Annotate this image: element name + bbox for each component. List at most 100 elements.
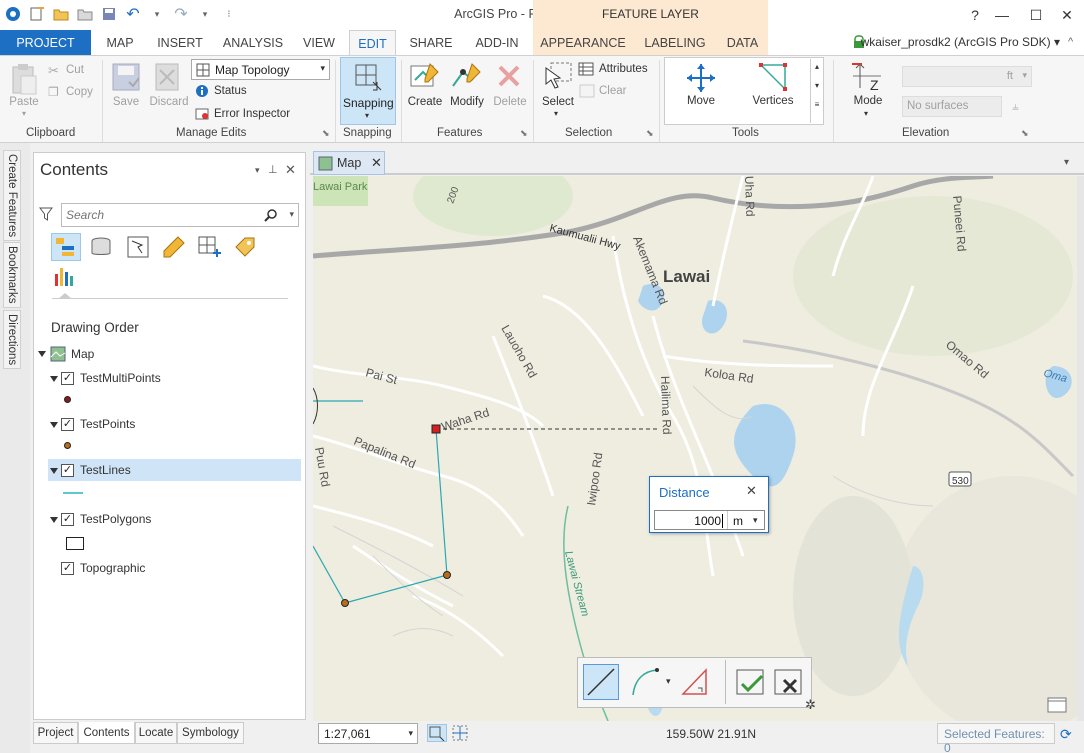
map-scrollbar[interactable]: [1077, 176, 1084, 721]
list-by-charts-icon[interactable]: [52, 264, 76, 291]
map-topology-dropdown[interactable]: Map Topology ▾: [191, 59, 330, 80]
create-button[interactable]: Create: [404, 96, 446, 108]
expand-layer-icon[interactable]: [50, 517, 58, 523]
layer-visibility-checkbox[interactable]: ✓: [61, 372, 74, 385]
arc-segment-icon[interactable]: [630, 666, 664, 701]
maximize-button[interactable]: ☐: [1019, 0, 1053, 30]
vertices-button[interactable]: Vertices: [750, 95, 796, 107]
test-polygon-edge[interactable]: [313, 387, 318, 425]
save-edits-button[interactable]: Save: [108, 96, 144, 108]
paste-button[interactable]: Paste: [8, 96, 40, 108]
search-input[interactable]: ▾: [61, 203, 299, 227]
map-node[interactable]: Map: [71, 347, 94, 361]
dialog-launcher-icon[interactable]: ⬊: [322, 128, 330, 139]
list-by-snapping-icon[interactable]: [197, 235, 221, 262]
gallery-expand-icon[interactable]: ≡: [811, 100, 823, 109]
tab-share[interactable]: SHARE: [404, 30, 458, 55]
close-tab-icon[interactable]: ✕: [371, 155, 382, 171]
layer-testmultipoints[interactable]: TestMultiPoints: [80, 371, 161, 385]
user-account-menu[interactable]: wkaiser_prosdk2 (ArcGIS Pro SDK) ▾: [861, 35, 1060, 49]
distance-value[interactable]: 1000: [659, 514, 723, 528]
distance-unit[interactable]: m: [733, 514, 743, 528]
line-symbol[interactable]: [63, 492, 83, 494]
ribbon-collapse-icon[interactable]: ^: [1068, 36, 1073, 48]
snapping-toggle-icon[interactable]: [427, 724, 447, 742]
error-inspector-button[interactable]: Error Inspector: [214, 108, 290, 120]
search-icon[interactable]: [264, 208, 278, 225]
tab-list-dropdown-icon[interactable]: ▾: [1064, 157, 1069, 168]
expand-layer-icon[interactable]: [50, 468, 58, 474]
dialog-launcher-icon[interactable]: ⬊: [646, 128, 654, 139]
expand-layer-icon[interactable]: [50, 422, 58, 428]
chevron-down-icon[interactable]: ▾: [289, 209, 294, 220]
elevation-z-icon[interactable]: ⫨: [1012, 99, 1019, 114]
tab-add-in[interactable]: ADD-IN: [466, 30, 528, 55]
polygon-symbol[interactable]: [66, 537, 84, 550]
pane-options-icon[interactable]: ▾: [255, 165, 260, 176]
tab-symbology-pane[interactable]: Symbology: [177, 722, 244, 744]
expand-map-icon[interactable]: [38, 351, 46, 357]
toolbar-settings-icon[interactable]: ✲: [805, 697, 816, 713]
tab-insert[interactable]: INSERT: [151, 30, 209, 55]
grid-toggle-icon[interactable]: [451, 724, 469, 745]
discard-edits-button[interactable]: Discard: [148, 96, 190, 108]
finish-sketch-icon[interactable]: [734, 666, 768, 701]
active-vertex[interactable]: [431, 424, 441, 434]
map-view[interactable]: Lawai Kaumualii Hwy Akemama Rd Uha Rd La…: [313, 176, 1077, 721]
vertex-point[interactable]: [443, 571, 451, 579]
close-icon[interactable]: ✕: [746, 483, 757, 499]
layer-visibility-checkbox[interactable]: ✓: [61, 464, 74, 477]
tab-appearance[interactable]: APPEARANCE: [538, 30, 628, 55]
layer-testpolygons[interactable]: TestPolygons: [80, 512, 151, 526]
map-view-utility-icon[interactable]: [1046, 694, 1068, 717]
tab-view[interactable]: VIEW: [296, 30, 342, 55]
segment-type-dropdown-icon[interactable]: ▾: [666, 676, 671, 687]
cut-button[interactable]: Cut: [66, 64, 84, 76]
attributes-button[interactable]: Attributes: [599, 63, 648, 75]
tab-contents-pane[interactable]: Contents: [78, 722, 135, 744]
layer-topographic[interactable]: Topographic: [80, 561, 145, 575]
layer-visibility-checkbox[interactable]: ✓: [61, 513, 74, 526]
search-field[interactable]: [66, 205, 261, 225]
tab-data[interactable]: DATA: [720, 30, 765, 55]
tab-project-pane[interactable]: Project: [33, 722, 78, 744]
distance-input[interactable]: 1000 m ▾: [654, 510, 765, 530]
minimize-button[interactable]: —: [985, 0, 1019, 30]
vertex-point[interactable]: [341, 599, 349, 607]
tools-gallery-scroll[interactable]: ▴ ▾ ≡: [810, 59, 823, 123]
expand-layer-icon[interactable]: [50, 376, 58, 382]
selected-features-indicator[interactable]: Selected Features: 0: [937, 723, 1055, 753]
elevation-mode-button[interactable]: Mode: [848, 95, 888, 107]
side-tab-directions[interactable]: Directions: [3, 310, 21, 370]
line-segment-button[interactable]: [583, 664, 619, 700]
dialog-launcher-icon[interactable]: ⬊: [520, 128, 528, 139]
close-pane-icon[interactable]: ✕: [285, 162, 296, 178]
elevation-input[interactable]: ft ▾: [902, 66, 1032, 87]
tab-project[interactable]: PROJECT: [0, 30, 91, 55]
mode-dropdown-icon[interactable]: ▾: [864, 109, 868, 118]
layer-testlines[interactable]: TestLines: [80, 463, 131, 477]
refresh-icon[interactable]: ⟳: [1060, 726, 1072, 743]
tab-map[interactable]: MAP: [98, 30, 142, 55]
close-button[interactable]: ✕: [1050, 0, 1084, 30]
select-button[interactable]: Select: [538, 96, 578, 108]
list-by-editing-icon[interactable]: [162, 235, 186, 262]
chevron-up-icon[interactable]: ▴: [811, 62, 823, 71]
side-tab-bookmarks[interactable]: Bookmarks: [3, 242, 21, 308]
tab-analysis[interactable]: ANALYSIS: [218, 30, 288, 55]
snapping-button[interactable]: Snapping ▾: [340, 57, 396, 125]
tab-edit[interactable]: EDIT: [349, 30, 396, 56]
clear-selection-button[interactable]: Clear: [599, 85, 626, 97]
tab-labeling[interactable]: LABELING: [640, 30, 710, 55]
layer-visibility-checkbox[interactable]: ✓: [61, 562, 74, 575]
pin-icon[interactable]: ⊥: [268, 163, 278, 176]
copy-button[interactable]: Copy: [66, 86, 93, 98]
chevron-down-icon[interactable]: ▾: [753, 515, 758, 526]
right-angle-icon[interactable]: [680, 666, 714, 701]
list-by-labeling-icon[interactable]: [233, 235, 257, 262]
move-button[interactable]: Move: [680, 95, 722, 107]
list-by-drawing-order-button[interactable]: [51, 233, 81, 261]
map-view-tab[interactable]: Map ✕: [313, 151, 385, 175]
tab-locate-pane[interactable]: Locate: [135, 722, 177, 744]
scale-dropdown[interactable]: 1:27,061 ▾: [318, 723, 418, 744]
